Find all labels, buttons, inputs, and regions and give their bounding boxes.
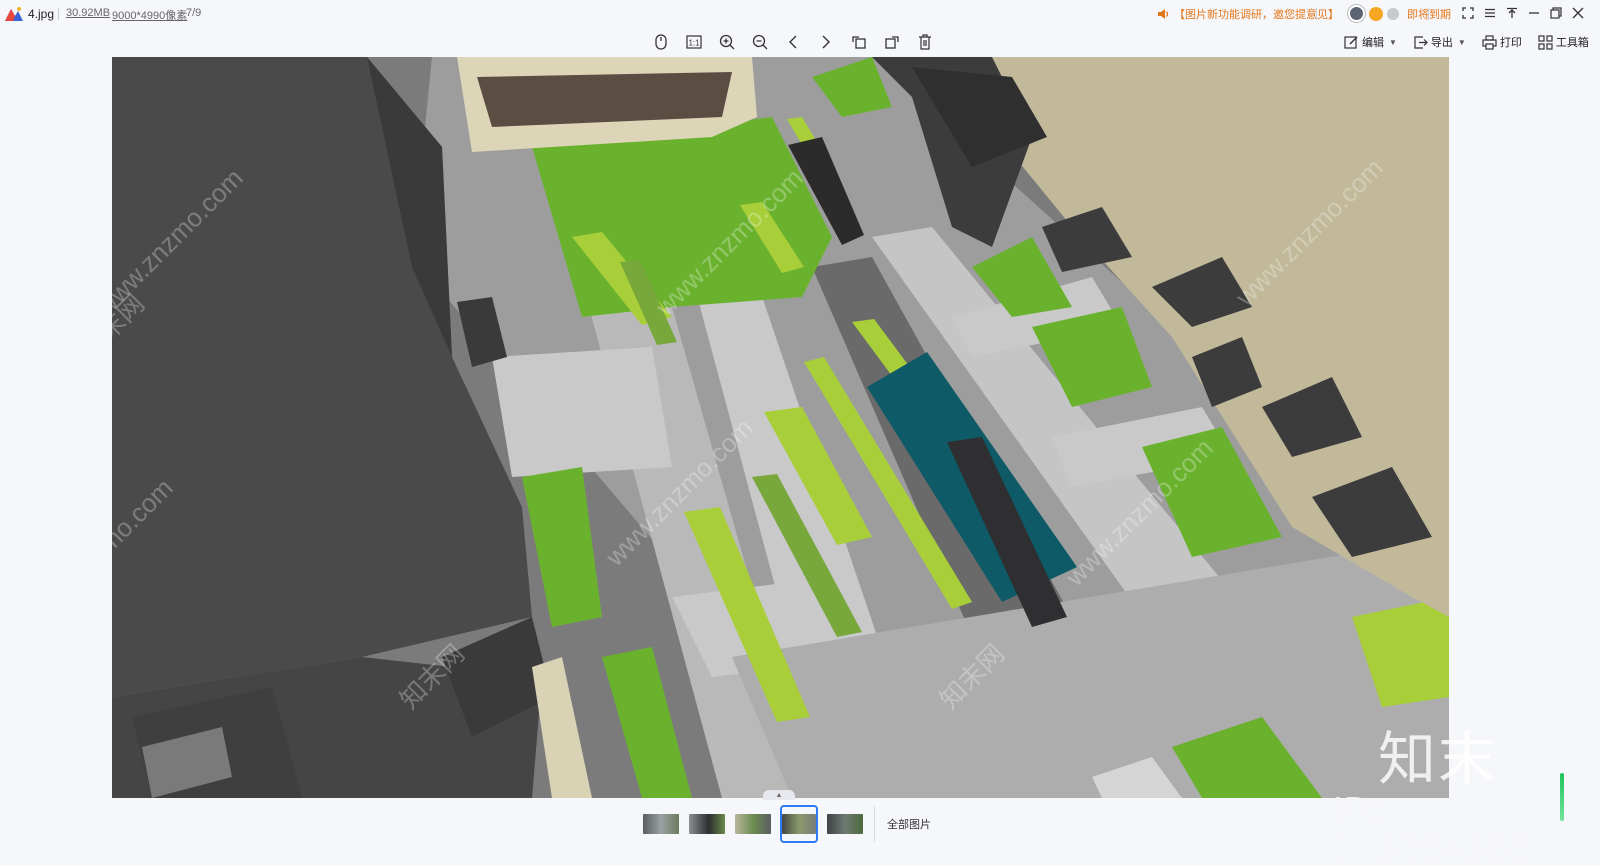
close-button[interactable] (1570, 4, 1586, 22)
divider (1316, 8, 1317, 20)
print-button[interactable]: 打印 (1482, 34, 1522, 50)
thumbnail-strip: 全部图片 (642, 805, 931, 843)
vip-badge-icon (1369, 6, 1383, 21)
zoom-in-button[interactable] (718, 33, 736, 51)
actual-size-button[interactable]: 1:1 (685, 33, 703, 51)
delete-button[interactable] (916, 33, 934, 51)
restore-icon (1550, 7, 1562, 19)
zoom-out-icon (752, 34, 768, 50)
minimize-icon (1529, 12, 1539, 14)
mouse-icon (655, 34, 667, 50)
divider (1428, 8, 1429, 20)
divider (874, 806, 875, 842)
print-label: 打印 (1499, 37, 1522, 49)
user-avatar[interactable] (1348, 5, 1365, 22)
menu-button[interactable] (1482, 4, 1498, 22)
mouse-mode-button[interactable] (652, 33, 670, 51)
thumbnail-image (827, 814, 863, 834)
rotate-left-icon (852, 36, 866, 49)
menu-icon (1485, 8, 1495, 18)
scroll-indicator[interactable] (1560, 773, 1564, 821)
export-icon (1414, 35, 1428, 49)
rotate-left-button[interactable] (850, 33, 868, 51)
next-button[interactable] (817, 33, 835, 51)
feedback-notice[interactable]: 【图片新功能调研，邀您提意见】 (1156, 6, 1339, 22)
thumbnail-image (689, 814, 725, 834)
divider (58, 8, 59, 20)
rotate-right-icon (885, 36, 899, 49)
thumbnail[interactable] (642, 805, 680, 843)
restore-button[interactable] (1548, 4, 1564, 22)
chevron-down-icon: ▼ (1389, 37, 1397, 47)
printer-icon (1482, 34, 1497, 50)
pin-icon (1507, 7, 1517, 18)
actual-size-icon: 1:1 (686, 35, 702, 49)
right-toolbar: 编辑 ▼ 导出 ▼ 打印 工具箱 (1344, 34, 1589, 50)
toolbox-button[interactable]: 工具箱 (1538, 34, 1589, 50)
chevron-down-icon: ▼ (1457, 37, 1466, 47)
thumbnail[interactable] (734, 805, 772, 843)
thumbnail[interactable] (826, 805, 864, 843)
thumbnail-image (735, 814, 771, 834)
image-position: 7/9 (186, 7, 202, 19)
speaker-icon (1158, 9, 1169, 19)
user-area[interactable]: 即将到期 (1348, 5, 1451, 22)
minimize-button[interactable] (1526, 4, 1542, 22)
rendered-courtyard-image (112, 57, 1449, 798)
thumbnail-image (643, 814, 679, 834)
export-button[interactable]: 导出 ▼ (1413, 34, 1466, 50)
thumbnail-image (782, 814, 816, 834)
edit-label: 编辑 (1362, 37, 1384, 49)
window-controls (1460, 4, 1586, 22)
zoom-out-button[interactable] (751, 33, 769, 51)
image-viewport[interactable]: www.znzmo.com www.znzmo.com 知末网 www.znzm… (112, 57, 1449, 798)
all-images-button[interactable]: 全部图片 (887, 816, 931, 832)
close-icon (1572, 7, 1584, 19)
toolbox-icon (1538, 34, 1553, 50)
toolbox-label: 工具箱 (1555, 37, 1589, 49)
app-logo-icon (5, 7, 23, 21)
brand-watermark: 知末 (1378, 725, 1499, 793)
file-name: 4.jpg (28, 7, 55, 21)
image-dimensions[interactable]: 9000*4990像素 (112, 7, 187, 23)
edit-icon (1344, 35, 1358, 49)
expire-label[interactable]: 即将到期 (1407, 6, 1451, 22)
chevron-up-icon: ▲ (775, 791, 783, 799)
image-toolbar: 1:1 (652, 33, 934, 51)
file-size[interactable]: 30.92MB (66, 7, 110, 19)
pin-button[interactable] (1504, 4, 1520, 22)
title-bar: 4.jpg 30.92MB 9000*4990像素 7/9 【图片新功能调研，邀… (0, 0, 1600, 28)
fullscreen-button[interactable] (1460, 4, 1476, 22)
thumbnail[interactable] (688, 805, 726, 843)
zoom-in-icon (719, 34, 735, 50)
trash-icon (919, 34, 931, 50)
rotate-right-button[interactable] (883, 33, 901, 51)
export-label: 导出 (1430, 37, 1453, 49)
level-badge-icon (1387, 7, 1399, 20)
thumbnail-active[interactable] (780, 805, 818, 843)
collapse-thumbnails-button[interactable]: ▲ (763, 790, 795, 800)
edit-button[interactable]: 编辑 ▼ (1344, 34, 1397, 50)
notice-text[interactable]: 【图片新功能调研，邀您提意见】 (1174, 6, 1339, 22)
chevron-right-icon (822, 35, 830, 49)
previous-button[interactable] (784, 33, 802, 51)
fullscreen-icon (1462, 7, 1474, 19)
svg-text:1:1: 1:1 (688, 39, 700, 48)
chevron-left-icon (789, 35, 797, 49)
